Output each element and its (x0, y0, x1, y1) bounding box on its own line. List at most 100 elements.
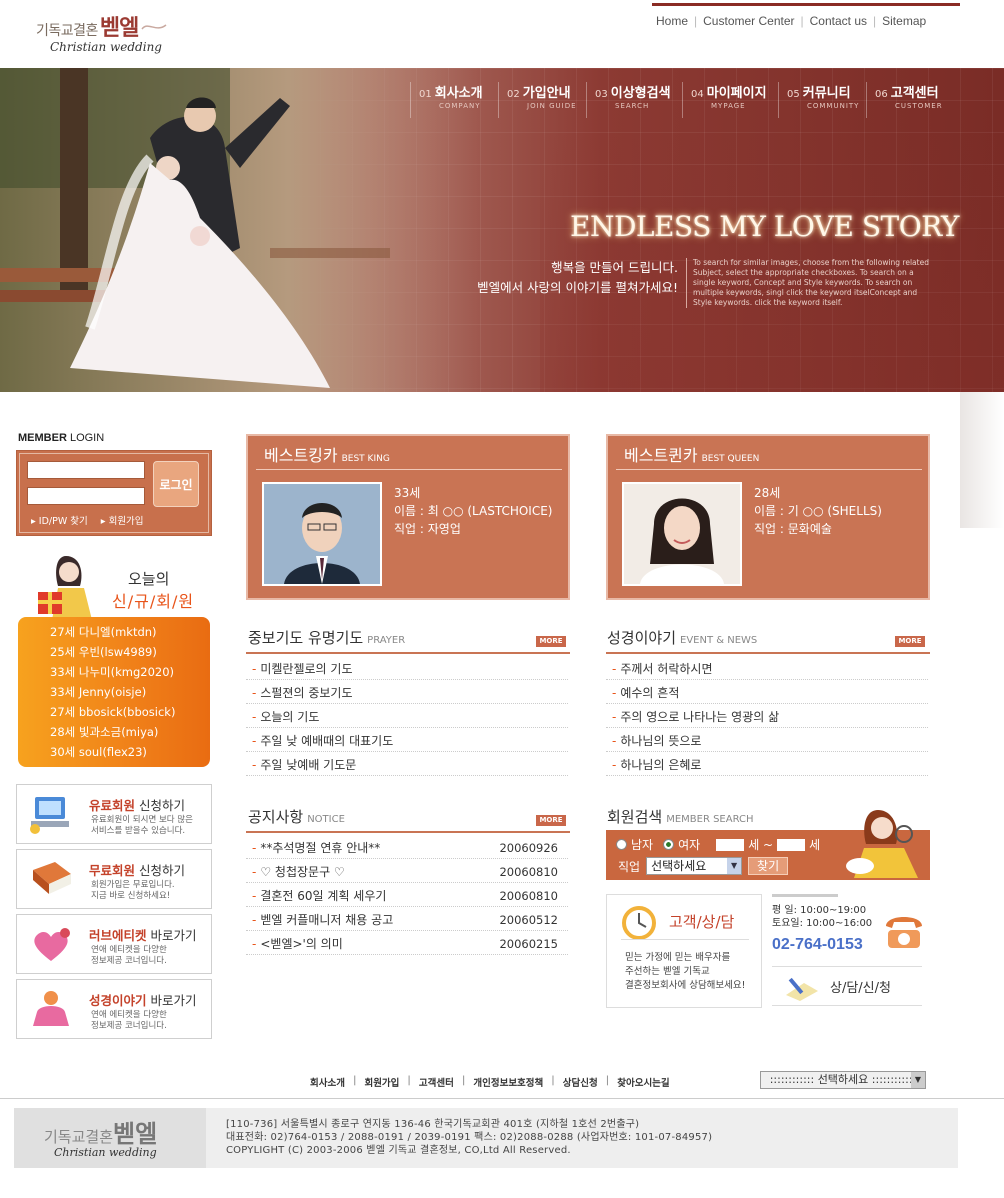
person-icon (33, 991, 69, 1026)
bible-list: - 주께서 허락하시면 - 예수의 흔적 - 주의 영으로 나타나는 영광의 삶 -하… (606, 656, 928, 776)
job-select[interactable]: 선택하세요 ▼ (646, 857, 743, 875)
heart-icon (34, 928, 70, 961)
new-member-item[interactable]: 30세 soul(flex23) (50, 741, 210, 761)
prayer-more-button[interactable]: MORE (536, 636, 566, 647)
girl-searching-illustration (846, 810, 918, 878)
table-row[interactable]: - 결혼전 60일 계획 세우기 20060810 (246, 883, 568, 907)
footer-link-company[interactable]: 회사소개 (302, 1075, 353, 1089)
top-nav-sitemap[interactable]: Sitemap (876, 14, 932, 28)
list-item[interactable]: - 스펄젼의 중보기도 (246, 680, 568, 704)
new-member-item[interactable]: 27세 다니엘(mktdn) (50, 621, 210, 641)
section-divider (246, 652, 570, 654)
banner-desc: 연애 에티켓을 다양한 정보제공 코너입니다. (91, 1010, 167, 1031)
table-row[interactable]: - 벧엘 커플매니저 채용 공고 20060512 (246, 907, 568, 931)
free-member-banner[interactable]: 무료회원 신청하기 회원가입은 무료입니다. 지금 바로 신청하세요! (16, 849, 212, 909)
min-age-input[interactable] (716, 838, 745, 851)
logo-small-text: 기독교결혼 (36, 23, 98, 39)
hero-korean-text: 행복을 만들어 드립니다. 벧엘에서 사랑의 이야기를 펼쳐가세요! (477, 260, 678, 295)
paid-member-banner[interactable]: 유료회원 신청하기 유료회원이 되시면 보다 많은 서비스를 받을수 있습니다. (16, 784, 212, 844)
banner-title: 러브에티켓 바로가기 (89, 928, 197, 943)
book-icon (33, 862, 71, 894)
list-item[interactable]: - 미켈란젤로의 기도 (246, 656, 568, 680)
new-members-label: 신/규/회/원 (112, 592, 195, 611)
list-item[interactable]: - 하나님의 뜻으로 (606, 728, 928, 752)
table-row[interactable]: - <벧엘>'의 의미 20060215 (246, 931, 568, 955)
banner-desc: 회원가입은 무료입니다. 지금 바로 신청하세요! (91, 880, 175, 901)
nav-company[interactable]: 01 회사소개 COMPANY (410, 82, 498, 118)
family-site-select[interactable]: :::::::::::: 선택하세요 :::::::::::: ▼ (760, 1071, 926, 1089)
best-queen-info: 28세 이름 : 기 ○○ (SHELLS) 직업 : 문화예술 (754, 486, 882, 536)
notice-more-button[interactable]: MORE (536, 815, 566, 826)
section-divider (606, 652, 930, 654)
customer-title: 고객/상/담 (669, 913, 735, 931)
banner-title: 성경이야기 바로가기 (89, 993, 197, 1008)
new-member-item[interactable]: 33세 Jenny(oisje) (50, 681, 210, 701)
section-divider (246, 831, 570, 833)
find-id-link[interactable]: ID/PW 찾기 (39, 516, 88, 527)
nav-customer[interactable]: 06 고객센터 CUSTOMER (866, 82, 954, 118)
job-label: 직업 (618, 859, 641, 874)
new-member-item[interactable]: 28세 빛과소금(miya) (50, 721, 210, 741)
chevron-down-icon: ▼ (727, 858, 742, 874)
login-password-input[interactable] (27, 487, 145, 505)
top-nav-customer-center[interactable]: Customer Center (697, 14, 800, 28)
list-item[interactable]: - 예수의 흔적 (606, 680, 928, 704)
footer-link-directions[interactable]: 찾아오시는길 (609, 1075, 677, 1089)
new-member-item[interactable]: 25세 우빈(lsw4989) (50, 641, 210, 661)
login-id-input[interactable] (27, 461, 145, 479)
new-member-item[interactable]: 33세 나누미(kmg2020) (50, 661, 210, 681)
new-member-item[interactable]: 27세 bbosick(bbosick) (50, 701, 210, 721)
pencil-note-icon (786, 977, 818, 1001)
banner-title: 무료회원 신청하기 (89, 863, 185, 878)
banner-title: 유료회원 신청하기 (89, 798, 185, 813)
list-item[interactable]: - 주의 영으로 나타나는 영광의 삶 (606, 704, 928, 728)
max-age-input[interactable] (777, 838, 806, 851)
footer-divider (0, 1098, 1004, 1099)
join-link[interactable]: 회원가입 (109, 516, 144, 527)
consult-apply-button[interactable]: 상/담/신/청 (772, 966, 922, 1006)
best-king-photo[interactable] (262, 482, 382, 586)
logo-sub-text: Christian wedding (50, 40, 162, 54)
list-item[interactable]: - 하나님의 은혜로 (606, 752, 928, 776)
nav-search[interactable]: 03 이상형검색 SEARCH (586, 82, 682, 118)
main-nav: 01 회사소개 COMPANY 02 가입안내 JOIN GUIDE 03 이상형검색 SE… (410, 82, 954, 118)
age-unit: 세 (809, 838, 821, 852)
table-row[interactable]: - **추석명절 연휴 안내** 20060926 (246, 835, 568, 859)
age-separator: 세 ~ (748, 838, 774, 852)
love-etiquette-banner[interactable]: 러브에티켓 바로가기 연애 에티켓을 다양한 정보제공 코너입니다. (16, 914, 212, 974)
site-logo[interactable]: 기독교결혼 벧엘 Christian wedding (36, 10, 196, 62)
best-queen-header: 베스트퀸카 BEST QUEEN (616, 440, 922, 470)
top-nav-contact[interactable]: Contact us (804, 14, 873, 28)
list-item[interactable]: - 주일 낮예배 기도문 (246, 752, 568, 776)
telephone-icon (886, 917, 922, 948)
bible-more-button[interactable]: MORE (895, 636, 925, 647)
wedding-couple-photo (0, 68, 480, 392)
top-nav-home[interactable]: Home (650, 14, 694, 28)
footer-link-privacy[interactable]: 개인정보보호정책 (465, 1075, 551, 1089)
list-item[interactable]: - 주께서 허락하시면 (606, 656, 928, 680)
arrow-icon: ▸ (31, 516, 39, 527)
list-item[interactable]: - 오늘의 기도 (246, 704, 568, 728)
bible-title: 성경이야기 EVENT & NEWS (607, 629, 758, 647)
login-links: ▸ ID/PW 찾기 ▸ 회원가입 (31, 513, 144, 527)
table-row[interactable]: - ♡ 청첩장문구 ♡ 20060810 (246, 859, 568, 883)
list-item[interactable]: - 주일 낮 예배때의 대표기도 (246, 728, 568, 752)
male-radio[interactable] (616, 839, 627, 850)
footer-link-consult[interactable]: 상담신청 (555, 1075, 606, 1089)
nav-community[interactable]: 05 커뮤니티 COMMUNITY (778, 82, 866, 118)
nav-join-guide[interactable]: 02 가입안내 JOIN GUIDE (498, 82, 586, 118)
female-radio[interactable] (663, 839, 675, 850)
login-title: MEMBER LOGIN (18, 432, 105, 444)
bible-story-banner[interactable]: 성경이야기 바로가기 연애 에티켓을 다양한 정보제공 코너입니다. (16, 979, 212, 1039)
nav-mypage[interactable]: 04 마이페이지 MYPAGE (682, 82, 778, 118)
logo-swirl-icon (141, 24, 167, 30)
business-hours: 평 일: 10:00~19:00 토요일: 10:00~16:00 (772, 905, 873, 929)
hero-english-text: To search for similar images, choose fro… (686, 258, 936, 308)
footer-link-join[interactable]: 회원가입 (356, 1075, 407, 1089)
footer-link-customer[interactable]: 고객센터 (411, 1075, 462, 1089)
best-queen-photo[interactable] (622, 482, 742, 586)
search-button[interactable]: 찾기 (748, 857, 789, 875)
banner-desc: 유료회원이 되시면 보다 많은 서비스를 받을수 있습니다. (91, 815, 193, 836)
login-button[interactable]: 로그인 (153, 461, 199, 507)
login-box: 로그인 ▸ ID/PW 찾기 ▸ 회원가입 (16, 450, 212, 536)
